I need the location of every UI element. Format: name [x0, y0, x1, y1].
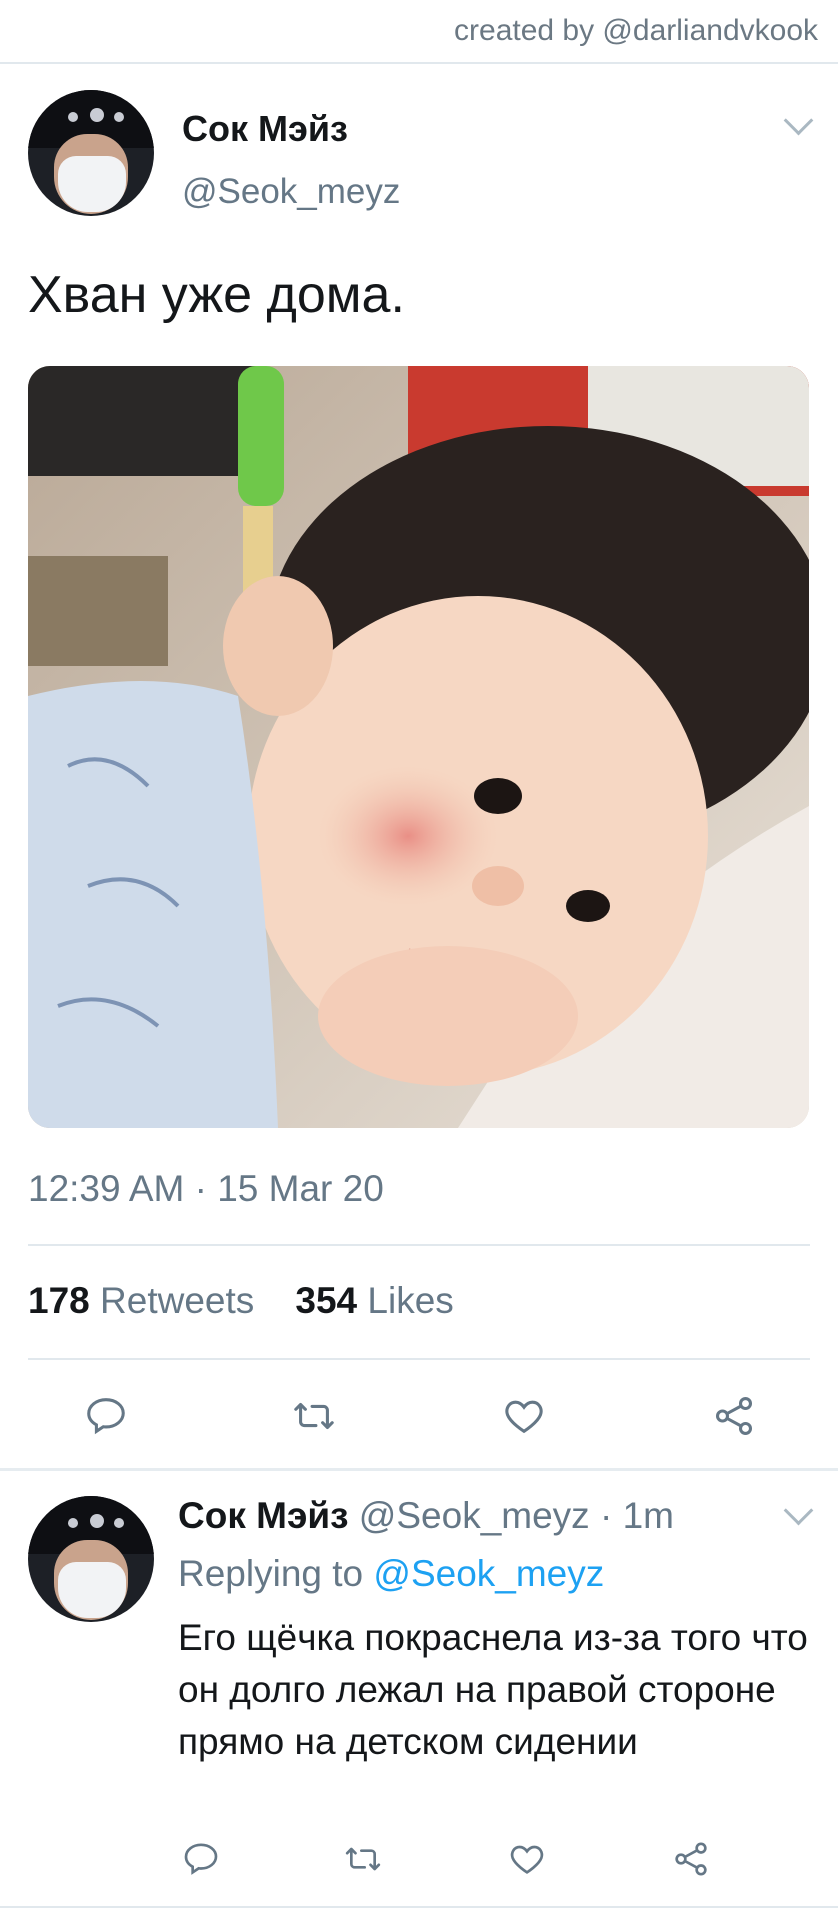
retweet-icon: [294, 1402, 334, 1430]
reply-icon: [184, 1843, 218, 1875]
reply-separator: ·: [599, 1495, 613, 1536]
replying-handle-link[interactable]: @Seok_meyz: [373, 1553, 604, 1594]
author-handle[interactable]: @Seok_meyz: [182, 172, 400, 212]
tweet-timestamp[interactable]: 12:39 AM · 15 Mar 20: [28, 1168, 384, 1210]
retweet-button[interactable]: [286, 1388, 342, 1444]
share-icon: [675, 1842, 707, 1876]
reply-reply-button[interactable]: [176, 1834, 226, 1884]
engagement-counts: 178 Retweets 354 Likes: [28, 1280, 454, 1322]
divider: [28, 1358, 810, 1360]
share-icon: [715, 1397, 753, 1435]
tweet-separator: [0, 1468, 838, 1471]
tweet-text: Хван уже дома.: [28, 266, 405, 324]
baby-photo-image: [28, 366, 809, 1128]
credit-text: created by @darliandvkook: [454, 14, 818, 47]
share-button[interactable]: [706, 1388, 762, 1444]
reply-share-button[interactable]: [666, 1834, 716, 1884]
like-icon: [505, 1400, 543, 1434]
reply-time[interactable]: 1m: [623, 1495, 674, 1536]
like-button[interactable]: [496, 1388, 552, 1444]
reply-author-name[interactable]: Сок Мэйз: [178, 1495, 349, 1536]
author-name[interactable]: Сок Мэйз: [182, 108, 348, 150]
tweet-photo[interactable]: [28, 366, 809, 1128]
retweet-icon: [345, 1847, 381, 1871]
reply-button[interactable]: [78, 1388, 134, 1444]
reply-avatar[interactable]: [28, 1496, 154, 1622]
reply-author-handle[interactable]: @Seok_meyz: [359, 1495, 590, 1536]
reply-header: Сок Мэйз @Seok_meyz · 1m: [178, 1495, 674, 1537]
divider: [0, 62, 838, 64]
likes-count[interactable]: 354: [295, 1280, 357, 1321]
reply-icon: [87, 1398, 125, 1435]
retweets-label[interactable]: Retweets: [100, 1280, 254, 1321]
divider: [0, 1906, 838, 1908]
reply-retweet-button[interactable]: [338, 1834, 388, 1884]
reply-like-button[interactable]: [502, 1834, 552, 1884]
like-icon: [510, 1845, 544, 1874]
divider: [28, 1244, 810, 1246]
replying-to: Replying to @Seok_meyz: [178, 1553, 604, 1595]
replying-prefix: Replying to: [178, 1553, 364, 1594]
reply-text: Его щёчка покраснела из-за того что он д…: [178, 1617, 808, 1762]
retweets-count[interactable]: 178: [28, 1280, 90, 1321]
avatar[interactable]: [28, 90, 154, 216]
chevron-down-icon[interactable]: [783, 1495, 814, 1526]
likes-label[interactable]: Likes: [367, 1280, 453, 1321]
chevron-down-icon[interactable]: [783, 105, 814, 136]
